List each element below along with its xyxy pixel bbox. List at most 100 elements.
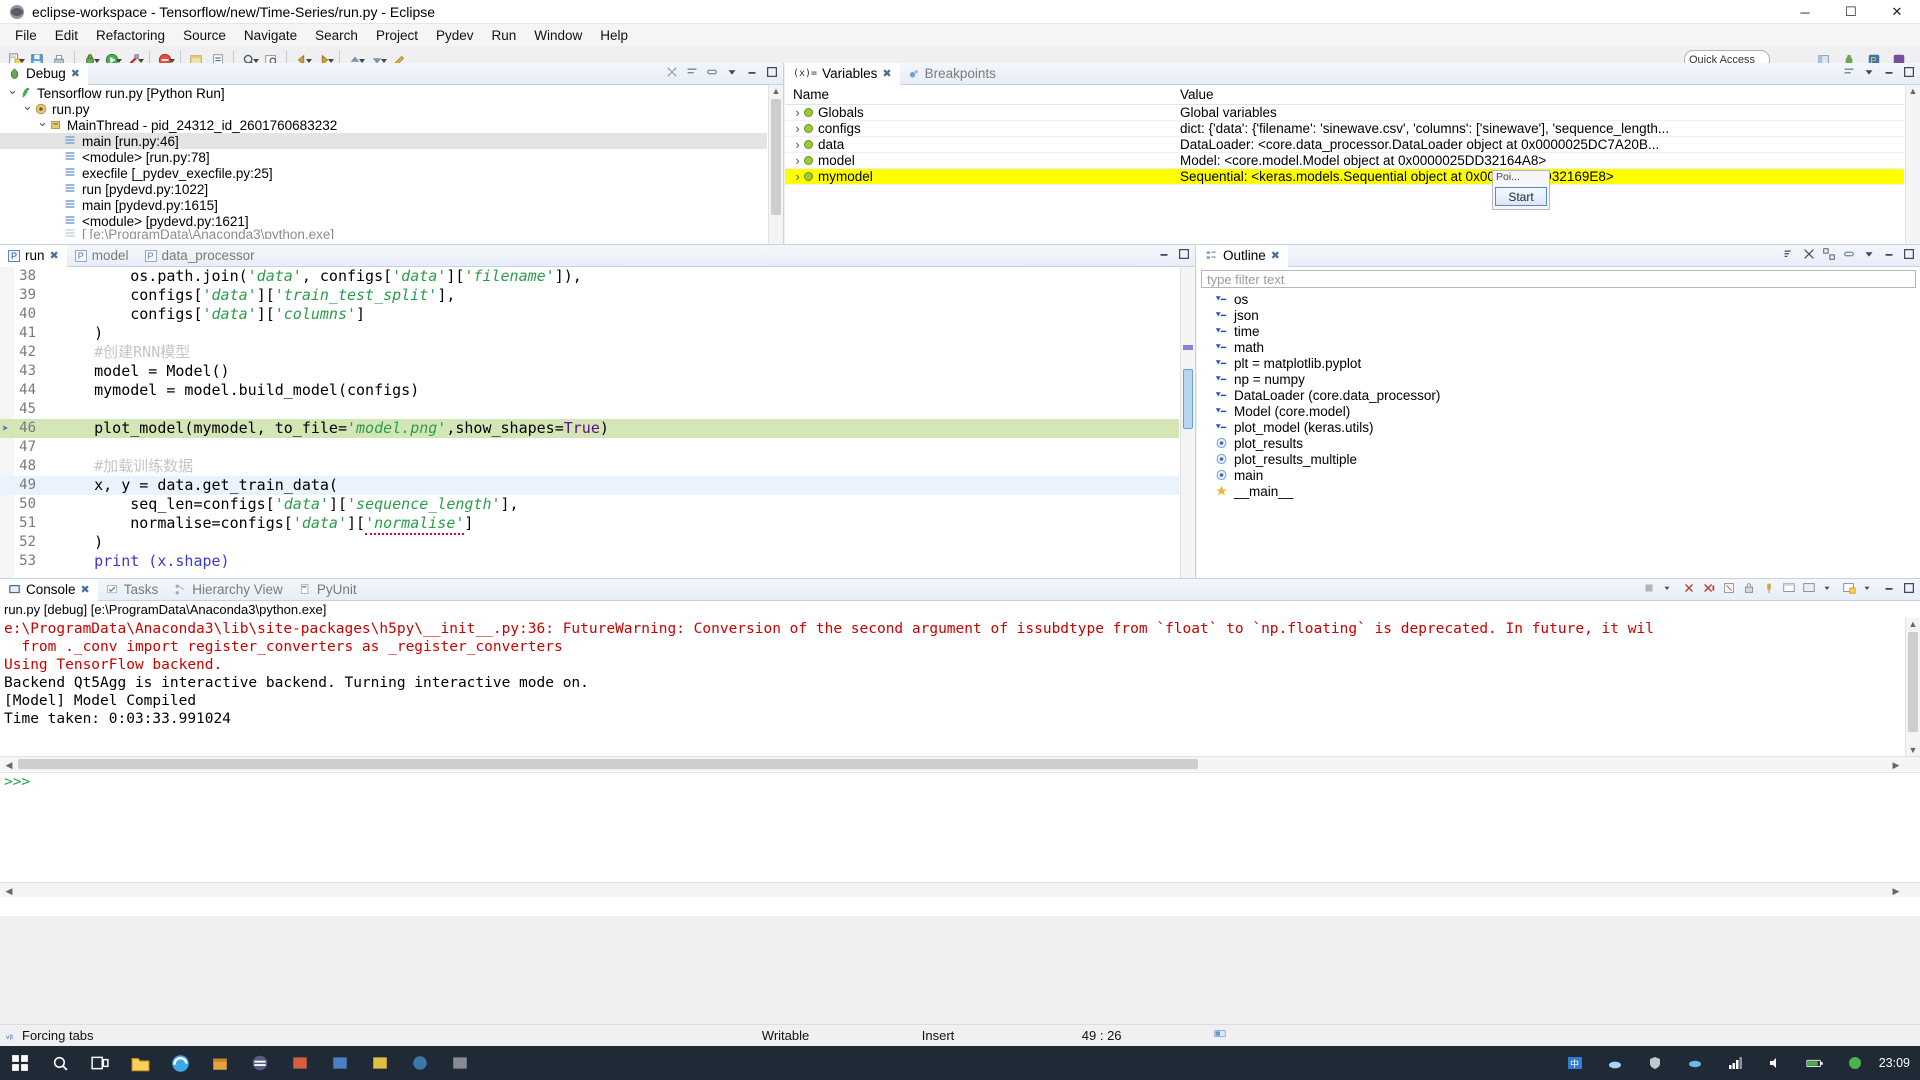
collapse-all-icon[interactable] bbox=[1842, 65, 1856, 81]
chevron-down-icon[interactable] bbox=[94, 58, 100, 63]
chevron-down-icon[interactable] bbox=[36, 117, 49, 133]
code-line[interactable]: 47 bbox=[0, 438, 1179, 457]
chevron-down-icon[interactable] bbox=[306, 58, 312, 63]
tab-console[interactable]: Console ✖ bbox=[0, 578, 98, 601]
sort-icon[interactable] bbox=[1782, 247, 1796, 263]
chevron-down-icon[interactable] bbox=[1822, 581, 1836, 597]
code-line[interactable]: 53 print (x.shape) bbox=[0, 552, 1179, 571]
variables-table[interactable]: Name Value GlobalsGlobal variablesconfig… bbox=[785, 85, 1904, 257]
app3-icon[interactable] bbox=[360, 1046, 400, 1080]
menu-item-help[interactable]: Help bbox=[591, 26, 637, 45]
variables-row[interactable]: mymodelSequential: <keras.models.Sequent… bbox=[785, 169, 1904, 185]
chevron-down-icon[interactable] bbox=[253, 58, 259, 63]
console-prompt-scrollbar-h[interactable]: ◀ ▶ bbox=[0, 882, 1920, 897]
chevron-right-icon[interactable] bbox=[791, 153, 804, 168]
chevron-down-icon[interactable] bbox=[1662, 581, 1676, 597]
outline-item[interactable]: np = numpy bbox=[1197, 371, 1920, 387]
collapse-all-icon[interactable] bbox=[685, 65, 699, 81]
console-prompt-area[interactable]: >>> bbox=[0, 772, 1920, 882]
chevron-down-icon[interactable] bbox=[359, 58, 365, 63]
tab-outline[interactable]: Outline ✖ bbox=[1197, 244, 1288, 267]
outline-item[interactable]: plt = matplotlib.pyplot bbox=[1197, 355, 1920, 371]
outline-item[interactable]: DataLoader (core.data_processor) bbox=[1197, 387, 1920, 403]
tab-variables[interactable]: (x)= Variables ✖ bbox=[785, 62, 900, 85]
menu-item-refactoring[interactable]: Refactoring bbox=[87, 26, 174, 45]
code-line[interactable]: 40 configs['data']['columns'] bbox=[0, 305, 1179, 324]
outline-item[interactable]: __main__ bbox=[1197, 483, 1920, 499]
taskview-icon[interactable] bbox=[80, 1046, 120, 1080]
app4-icon[interactable] bbox=[400, 1046, 440, 1080]
tab-pyunit[interactable]: PyUnit bbox=[291, 579, 365, 601]
maximize-view-icon[interactable] bbox=[1902, 65, 1916, 81]
menu-item-search[interactable]: Search bbox=[306, 26, 367, 45]
code-line[interactable]: 50 seq_len=configs['data']['sequence_len… bbox=[0, 495, 1179, 514]
close-icon[interactable]: ✖ bbox=[71, 67, 80, 80]
variables-scrollbar-v[interactable]: ▲ ▼ bbox=[1905, 85, 1920, 257]
chevron-down-icon[interactable] bbox=[138, 58, 144, 63]
console-scrollbar-h[interactable]: ◀ ▶ bbox=[0, 756, 1920, 771]
outline-item[interactable]: os bbox=[1197, 291, 1920, 307]
cloud-icon[interactable] bbox=[1595, 1046, 1635, 1080]
console-scrollbar-v[interactable]: ▲ ▼ bbox=[1905, 618, 1920, 756]
outline-item[interactable]: plot_model (keras.utils) bbox=[1197, 419, 1920, 435]
green-status-icon[interactable] bbox=[1835, 1046, 1875, 1080]
eclipse-icon[interactable] bbox=[240, 1046, 280, 1080]
chevron-down-icon[interactable] bbox=[6, 85, 19, 101]
close-button[interactable]: ✕ bbox=[1874, 0, 1920, 24]
column-header-name[interactable]: Name bbox=[785, 87, 1175, 102]
code-line[interactable]: 44 mymodel = model.build_model(configs) bbox=[0, 381, 1179, 400]
app2-icon[interactable] bbox=[320, 1046, 360, 1080]
display-console-icon[interactable] bbox=[1782, 581, 1796, 597]
onedrive-icon[interactable] bbox=[1675, 1046, 1715, 1080]
terminate-icon[interactable] bbox=[1642, 581, 1656, 597]
code-line[interactable]: 42 #创建RNN模型 bbox=[0, 343, 1179, 362]
menu-item-edit[interactable]: Edit bbox=[46, 26, 87, 45]
tab-hierarchy-view[interactable]: Hierarchy View bbox=[166, 579, 291, 601]
start-button[interactable]: Start bbox=[1495, 187, 1547, 206]
variables-row[interactable]: configs dict: {'data': {'filename': 'sine… bbox=[785, 121, 1904, 137]
new-console-icon[interactable] bbox=[1842, 581, 1856, 597]
menu-item-pydev[interactable]: Pydev bbox=[427, 26, 483, 45]
console-output[interactable]: e:\ProgramData\Anaconda3\lib\site-packag… bbox=[0, 618, 1904, 756]
tab-model[interactable]: P model bbox=[67, 245, 137, 267]
status-progress-icon[interactable] bbox=[1212, 1027, 1252, 1044]
maximize-view-icon[interactable] bbox=[765, 65, 779, 81]
code-line[interactable]: ➤ 46 plot_model(mymodel, to_file='model.p… bbox=[0, 419, 1179, 438]
expand-all-icon[interactable] bbox=[1822, 247, 1836, 263]
maximize-view-icon[interactable] bbox=[1902, 247, 1916, 263]
outline-item[interactable]: Model (core.model) bbox=[1197, 403, 1920, 419]
code-line[interactable]: 48 #加载训练数据 bbox=[0, 457, 1179, 476]
chevron-right-icon[interactable] bbox=[791, 105, 804, 120]
link-editor-icon[interactable] bbox=[1842, 247, 1856, 263]
clear-console-icon[interactable] bbox=[1722, 581, 1736, 597]
hide-fields-icon[interactable] bbox=[1802, 247, 1816, 263]
code-line[interactable]: 38 os.path.join('data', configs['data'][… bbox=[0, 267, 1179, 286]
remove-terminated-icon[interactable] bbox=[665, 65, 679, 81]
tab-breakpoints[interactable]: Breakpoints bbox=[900, 63, 1004, 85]
outline-item[interactable]: main bbox=[1197, 467, 1920, 483]
maximize-button[interactable]: ☐ bbox=[1828, 0, 1874, 24]
shield-icon[interactable] bbox=[1635, 1046, 1675, 1080]
close-icon[interactable]: ✖ bbox=[1271, 249, 1280, 262]
app5-icon[interactable] bbox=[440, 1046, 480, 1080]
view-menu-icon[interactable] bbox=[1862, 247, 1876, 263]
outline-item[interactable]: time bbox=[1197, 323, 1920, 339]
view-menu-icon[interactable] bbox=[725, 65, 739, 81]
volume-icon[interactable] bbox=[1755, 1046, 1795, 1080]
store-icon[interactable] bbox=[200, 1046, 240, 1080]
menu-item-navigate[interactable]: Navigate bbox=[235, 26, 306, 45]
outline-item[interactable]: json bbox=[1197, 307, 1920, 323]
chevron-down-icon[interactable] bbox=[1862, 581, 1876, 597]
debug-tree-row[interactable]: [ [e:\ProgramData\Anaconda3\python.exe] bbox=[0, 229, 767, 239]
outline-item[interactable]: math bbox=[1197, 339, 1920, 355]
menu-item-file[interactable]: File bbox=[6, 26, 46, 45]
menu-item-project[interactable]: Project bbox=[367, 26, 427, 45]
remove-all-icon[interactable] bbox=[1702, 581, 1716, 597]
chevron-right-icon[interactable] bbox=[791, 137, 804, 152]
chevron-down-icon[interactable] bbox=[169, 58, 175, 63]
view-menu-icon[interactable] bbox=[1862, 65, 1876, 81]
network-icon[interactable] bbox=[1715, 1046, 1755, 1080]
code-line[interactable]: 45 bbox=[0, 400, 1179, 419]
tab-debug[interactable]: Debug ✖ bbox=[0, 62, 89, 85]
maximize-view-icon[interactable] bbox=[1902, 581, 1916, 597]
